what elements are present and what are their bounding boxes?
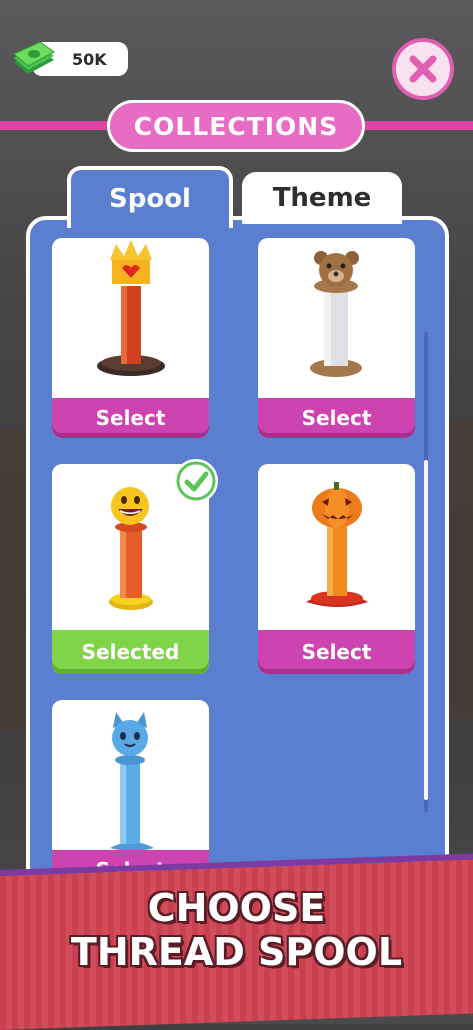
blue-cat-spool-image: [110, 712, 154, 851]
currency-display: 50K: [10, 40, 128, 78]
promo-line-2: THREAD SPOOL: [70, 930, 403, 974]
scrollbar-thumb[interactable]: [424, 460, 428, 800]
close-icon: [409, 55, 437, 83]
checkmark-icon: [176, 461, 216, 501]
item-card-blue-cat-spool[interactable]: Select: [52, 700, 209, 890]
selected-check-badge: [174, 459, 218, 503]
select-button[interactable]: Select: [258, 630, 415, 674]
pumpkin-spool-image: [306, 482, 368, 607]
cash-stack-icon: [13, 41, 55, 74]
item-card-teddy-bear-spool[interactable]: Select: [258, 238, 415, 438]
selected-button[interactable]: Selected: [52, 630, 209, 674]
item-card-crown-spool[interactable]: Select: [52, 238, 209, 438]
close-button[interactable]: [392, 38, 454, 100]
item-card-pumpkin-spool[interactable]: Select: [258, 464, 415, 674]
promo-line-1: CHOOSE: [147, 886, 326, 930]
currency-amount: 50K: [72, 50, 107, 69]
teddy-bear-spool-image: [310, 251, 362, 377]
tab-theme[interactable]: Theme: [242, 172, 402, 224]
page-title: COLLECTIONS: [107, 100, 365, 152]
crown-spool-image: [97, 240, 165, 376]
select-button[interactable]: Select: [52, 398, 209, 438]
promo-banner-text: CHOOSE THREAD SPOOL: [0, 886, 473, 974]
select-button[interactable]: Select: [258, 398, 415, 438]
tab-spool[interactable]: Spool: [67, 166, 233, 228]
